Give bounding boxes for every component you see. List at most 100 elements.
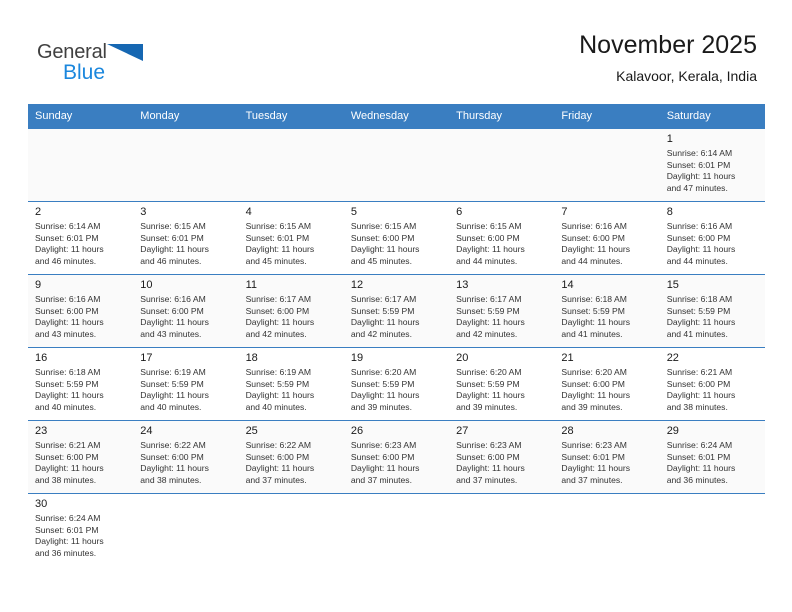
weekday-header-thursday: Thursday <box>449 104 555 129</box>
day-cell-content: 12 Sunrise: 6:17 AM Sunset: 5:59 PM Dayligh… <box>344 275 449 347</box>
day-cell-content: 21 Sunrise: 6:20 AM Sunset: 6:00 PM Dayligh… <box>554 348 659 420</box>
sunset-text: Sunset: 6:01 PM <box>666 159 731 170</box>
sunset-text: Sunset: 6:01 PM <box>35 524 99 535</box>
calendar-day-cell[interactable]: 9 Sunrise: 6:16 AM Sunset: 6:00 PM Daylight… <box>28 274 134 348</box>
calendar-day-cell[interactable]: 13 Sunrise: 6:17 AM Sunset: 5:59 PM Dayligh… <box>449 274 555 348</box>
day-cell-content <box>133 129 238 201</box>
calendar-day-cell[interactable]: 4 Sunrise: 6:15 AM Sunset: 6:01 PM Daylight… <box>238 201 344 275</box>
sunset-text: Sunset: 6:01 PM <box>666 451 731 462</box>
sunrise-text: Sunrise: 6:18 AM <box>666 294 733 304</box>
daylight-text-line2: and 43 minutes. <box>140 328 202 339</box>
calendar-day-cell[interactable]: 17 Sunrise: 6:19 AM Sunset: 5:59 PM Dayligh… <box>133 347 239 421</box>
calendar-empty-cell <box>449 128 555 202</box>
daylight-text-line2: and 40 minutes. <box>140 401 202 412</box>
day-details: Sunrise: 6:19 AM Sunset: 5:59 PM Daylight:… <box>246 367 338 413</box>
daylight-text-line1: Daylight: 11 hours <box>35 390 104 401</box>
calendar-day-cell[interactable]: 20 Sunrise: 6:20 AM Sunset: 5:59 PM Dayligh… <box>449 347 555 421</box>
daylight-text-line1: Daylight: 11 hours <box>140 463 209 474</box>
day-number: 2 <box>35 206 42 218</box>
calendar-day-cell[interactable]: 11 Sunrise: 6:17 AM Sunset: 6:00 PM Dayligh… <box>238 274 344 348</box>
day-details: Sunrise: 6:23 AM Sunset: 6:01 PM Daylight:… <box>561 440 653 486</box>
day-details: Sunrise: 6:16 AM Sunset: 6:00 PM Daylight:… <box>667 221 759 267</box>
day-number: 3 <box>140 206 147 218</box>
calendar-day-cell[interactable]: 12 Sunrise: 6:17 AM Sunset: 5:59 PM Dayligh… <box>343 274 450 348</box>
page-title: November 2025 <box>579 31 757 59</box>
daylight-text-line2: and 43 minutes. <box>35 328 97 339</box>
day-details: Sunrise: 6:15 AM Sunset: 6:00 PM Daylight:… <box>351 221 443 267</box>
daylight-text-line2: and 39 minutes. <box>561 401 623 412</box>
daylight-text-line2: and 41 minutes. <box>666 328 728 339</box>
sunset-text: Sunset: 5:59 PM <box>35 378 99 389</box>
daylight-text-line1: Daylight: 11 hours <box>456 390 525 401</box>
calendar-day-cell[interactable]: 15 Sunrise: 6:18 AM Sunset: 5:59 PM Dayligh… <box>659 274 765 348</box>
sunrise-text: Sunrise: 6:23 AM <box>350 440 417 450</box>
calendar-day-cell[interactable]: 10 Sunrise: 6:16 AM Sunset: 6:00 PM Dayligh… <box>133 274 239 348</box>
daylight-text-line2: and 38 minutes. <box>140 474 202 485</box>
sunset-text: Sunset: 6:00 PM <box>350 232 415 243</box>
daylight-text-line2: and 38 minutes. <box>666 401 728 412</box>
calendar-day-cell[interactable]: 21 Sunrise: 6:20 AM Sunset: 6:00 PM Dayligh… <box>554 347 660 421</box>
sunrise-text: Sunrise: 6:15 AM <box>456 221 522 231</box>
daylight-text-line1: Daylight: 11 hours <box>350 244 420 255</box>
sunrise-text: Sunrise: 6:21 AM <box>666 367 733 377</box>
calendar-day-cell[interactable]: 1 Sunrise: 6:14 AM Sunset: 6:01 PM Daylight… <box>659 128 765 202</box>
calendar-day-cell[interactable]: 30 Sunrise: 6:24 AM Sunset: 6:01 PM Dayligh… <box>28 493 134 566</box>
calendar-day-cell[interactable]: 16 Sunrise: 6:18 AM Sunset: 5:59 PM Dayligh… <box>28 347 134 421</box>
day-details: Sunrise: 6:15 AM Sunset: 6:01 PM Daylight:… <box>140 221 232 267</box>
calendar-day-cell[interactable]: 5 Sunrise: 6:15 AM Sunset: 6:00 PM Daylight… <box>343 201 450 275</box>
day-cell-content: 5 Sunrise: 6:15 AM Sunset: 6:00 PM Daylight… <box>344 202 449 274</box>
day-number: 15 <box>666 279 679 291</box>
daylight-text-line2: and 37 minutes. <box>350 474 412 485</box>
day-details: Sunrise: 6:23 AM Sunset: 6:00 PM Daylight:… <box>351 440 443 486</box>
calendar-day-cell[interactable]: 6 Sunrise: 6:15 AM Sunset: 6:00 PM Daylight… <box>449 201 555 275</box>
day-cell-content: 10 Sunrise: 6:16 AM Sunset: 6:00 PM Dayligh… <box>133 275 238 347</box>
sunrise-text: Sunrise: 6:24 AM <box>35 513 101 523</box>
calendar-day-cell[interactable]: 29 Sunrise: 6:24 AM Sunset: 6:01 PM Dayligh… <box>659 420 765 494</box>
calendar-day-cell[interactable]: 2 Sunrise: 6:14 AM Sunset: 6:01 PM Daylight… <box>28 201 134 275</box>
day-details: Sunrise: 6:15 AM Sunset: 6:00 PM Daylight:… <box>456 221 548 267</box>
day-number: 24 <box>140 425 153 437</box>
calendar-body: 1 Sunrise: 6:14 AM Sunset: 6:01 PM Daylight… <box>28 128 765 566</box>
daylight-text-line1: Daylight: 11 hours <box>350 390 420 401</box>
calendar-day-cell[interactable]: 28 Sunrise: 6:23 AM Sunset: 6:01 PM Dayligh… <box>554 420 660 494</box>
weekday-header-saturday: Saturday <box>659 104 765 129</box>
day-cell-content: 16 Sunrise: 6:18 AM Sunset: 5:59 PM Dayligh… <box>28 348 133 420</box>
calendar-day-cell[interactable]: 24 Sunrise: 6:22 AM Sunset: 6:00 PM Dayligh… <box>133 420 239 494</box>
daylight-text-line1: Daylight: 11 hours <box>245 463 315 474</box>
calendar-day-cell[interactable]: 19 Sunrise: 6:20 AM Sunset: 5:59 PM Dayligh… <box>343 347 450 421</box>
calendar-day-cell[interactable]: 3 Sunrise: 6:15 AM Sunset: 6:01 PM Daylight… <box>133 201 239 275</box>
day-details: Sunrise: 6:20 AM Sunset: 6:00 PM Daylight:… <box>561 367 653 413</box>
sunrise-text: Sunrise: 6:14 AM <box>35 221 101 231</box>
page-header: General Blue November 2025 Kalavoor, Ker… <box>0 0 792 100</box>
calendar-empty-cell <box>554 128 660 202</box>
daylight-text-line1: Daylight: 11 hours <box>350 463 420 474</box>
day-details: Sunrise: 6:14 AM Sunset: 6:01 PM Daylight:… <box>35 221 127 267</box>
sunrise-text: Sunrise: 6:14 AM <box>666 148 733 158</box>
sunset-text: Sunset: 6:01 PM <box>561 451 625 462</box>
logo-flag-icon <box>106 44 143 61</box>
daylight-text-line1: Daylight: 11 hours <box>666 390 736 401</box>
sunrise-text: Sunrise: 6:18 AM <box>561 294 627 304</box>
daylight-text-line2: and 46 minutes. <box>140 255 202 266</box>
day-cell-content <box>554 129 659 201</box>
day-cell-content: 15 Sunrise: 6:18 AM Sunset: 5:59 PM Dayligh… <box>660 275 765 347</box>
calendar-empty-cell <box>343 128 450 202</box>
day-cell-content: 17 Sunrise: 6:19 AM Sunset: 5:59 PM Dayligh… <box>133 348 238 420</box>
calendar-day-cell[interactable]: 25 Sunrise: 6:22 AM Sunset: 6:00 PM Dayligh… <box>238 420 344 494</box>
daylight-text-line1: Daylight: 11 hours <box>350 317 420 328</box>
calendar-day-cell[interactable]: 8 Sunrise: 6:16 AM Sunset: 6:00 PM Daylight… <box>659 201 765 275</box>
day-details: Sunrise: 6:22 AM Sunset: 6:00 PM Daylight:… <box>246 440 338 486</box>
calendar-day-cell[interactable]: 27 Sunrise: 6:23 AM Sunset: 6:00 PM Dayligh… <box>449 420 555 494</box>
day-number: 27 <box>456 425 469 437</box>
weekday-header-sunday: Sunday <box>28 104 134 129</box>
sunrise-text: Sunrise: 6:21 AM <box>35 440 101 450</box>
sunrise-text: Sunrise: 6:17 AM <box>456 294 522 304</box>
calendar-day-cell[interactable]: 22 Sunrise: 6:21 AM Sunset: 6:00 PM Dayligh… <box>659 347 765 421</box>
calendar-day-cell[interactable]: 23 Sunrise: 6:21 AM Sunset: 6:00 PM Dayligh… <box>28 420 134 494</box>
calendar-day-cell[interactable]: 26 Sunrise: 6:23 AM Sunset: 6:00 PM Dayligh… <box>343 420 450 494</box>
calendar-day-cell[interactable]: 14 Sunrise: 6:18 AM Sunset: 5:59 PM Dayligh… <box>554 274 660 348</box>
calendar-week-row: 30 Sunrise: 6:24 AM Sunset: 6:01 PM Dayligh… <box>28 493 765 566</box>
calendar-day-cell[interactable]: 7 Sunrise: 6:16 AM Sunset: 6:00 PM Daylight… <box>554 201 660 275</box>
calendar-day-cell[interactable]: 18 Sunrise: 6:19 AM Sunset: 5:59 PM Dayligh… <box>238 347 344 421</box>
title-block: November 2025 Kalavoor, Kerala, India <box>579 30 757 86</box>
